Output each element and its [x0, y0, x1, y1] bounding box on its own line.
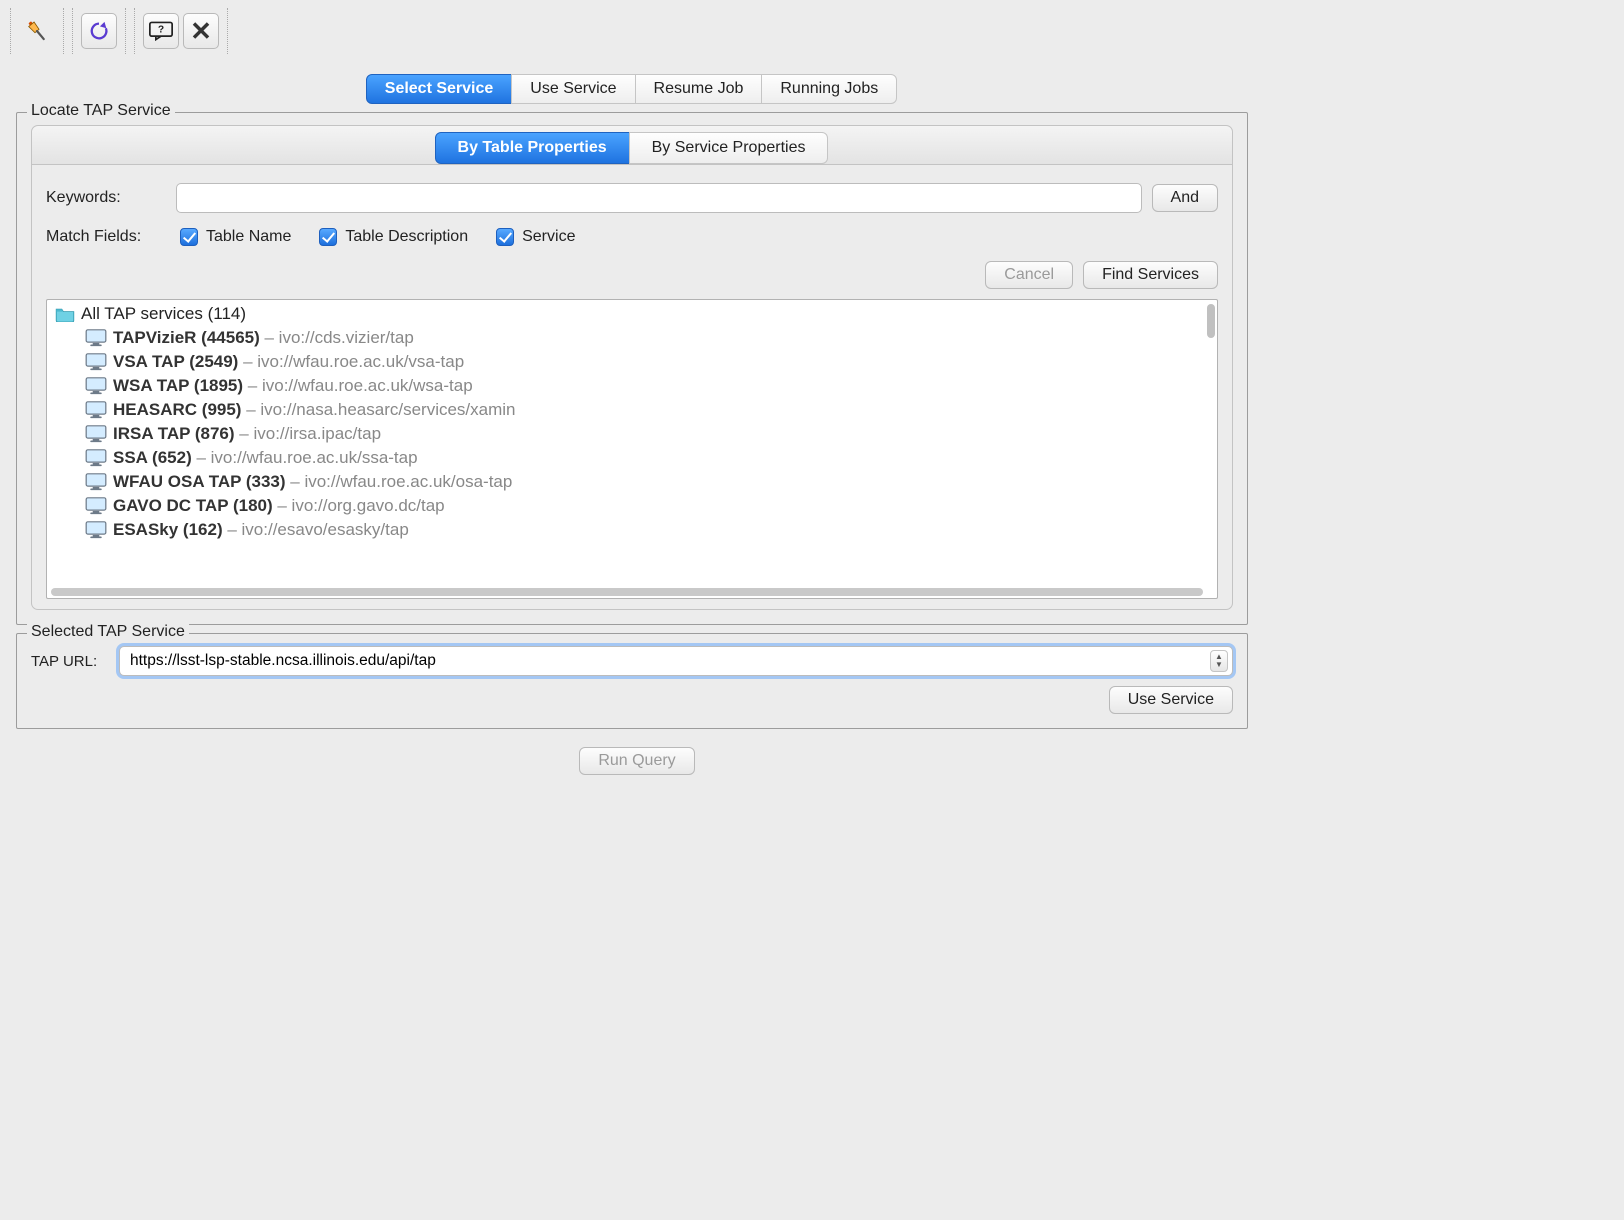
service-name: VSA TAP (2549) — [113, 352, 238, 372]
service-ivo: – ivo://org.gavo.dc/tap — [273, 496, 445, 516]
service-item[interactable]: WFAU OSA TAP (333) – ivo://wfau.roe.ac.u… — [47, 470, 1217, 494]
service-ivo: – ivo://wfau.roe.ac.uk/ssa-tap — [192, 448, 418, 468]
use-service-button[interactable]: Use Service — [1109, 686, 1233, 714]
tap-url-label: TAP URL: — [31, 653, 119, 670]
find-services-button[interactable]: Find Services — [1083, 261, 1218, 289]
folder-icon — [55, 306, 75, 322]
combo-stepper-icon[interactable]: ▲▼ — [1210, 650, 1228, 672]
help-button[interactable]: ? — [143, 13, 179, 49]
tab-resume-job[interactable]: Resume Job — [635, 74, 763, 104]
service-ivo: – ivo://wfau.roe.ac.uk/vsa-tap — [238, 352, 464, 372]
hscrollbar-thumb[interactable] — [51, 588, 1203, 596]
service-name: SSA (652) — [113, 448, 192, 468]
keywords-label: Keywords: — [46, 189, 176, 207]
service-name: IRSA TAP (876) — [113, 424, 235, 444]
toolbar: ? ✕ — [10, 8, 1254, 54]
close-button[interactable]: ✕ — [183, 13, 219, 49]
cancel-button[interactable]: Cancel — [985, 261, 1073, 289]
monitor-icon — [85, 401, 107, 419]
service-name: ESASky (162) — [113, 520, 223, 540]
monitor-icon — [85, 377, 107, 395]
service-item[interactable]: IRSA TAP (876) – ivo://irsa.ipac/tap — [47, 422, 1217, 446]
service-item[interactable]: SSA (652) – ivo://wfau.roe.ac.uk/ssa-tap — [47, 446, 1217, 470]
service-item[interactable]: WSA TAP (1895) – ivo://wfau.roe.ac.uk/ws… — [47, 374, 1217, 398]
tab-select-service[interactable]: Select Service — [366, 74, 513, 104]
tab-use-service[interactable]: Use Service — [511, 74, 635, 104]
service-item[interactable]: VSA TAP (2549) – ivo://wfau.roe.ac.uk/vs… — [47, 350, 1217, 374]
subtab-service-properties[interactable]: By Service Properties — [629, 132, 829, 164]
tap-url-input[interactable] — [128, 651, 1210, 671]
tab-running-jobs[interactable]: Running Jobs — [761, 74, 897, 104]
monitor-icon — [85, 497, 107, 515]
monitor-icon — [85, 353, 107, 371]
monitor-icon — [85, 473, 107, 491]
service-ivo: – ivo://irsa.ipac/tap — [235, 424, 381, 444]
sub-tabs: By Table Properties By Service Propertie… — [436, 132, 829, 164]
service-name: HEASARC (995) — [113, 400, 241, 420]
monitor-icon — [85, 329, 107, 347]
and-button[interactable]: And — [1152, 184, 1218, 212]
locate-legend: Locate TAP Service — [27, 102, 175, 120]
check-table-description[interactable]: Table Description — [315, 225, 468, 249]
service-ivo: – ivo://cds.vizier/tap — [260, 328, 414, 348]
service-ivo: – ivo://nasa.heasarc/services/xamin — [241, 400, 515, 420]
service-item[interactable]: ESASky (162) – ivo://esavo/esasky/tap — [47, 518, 1217, 542]
service-ivo: – ivo://wfau.roe.ac.uk/wsa-tap — [243, 376, 473, 396]
selected-legend: Selected TAP Service — [27, 623, 189, 641]
locate-fieldset: Locate TAP Service By Table Properties B… — [16, 112, 1248, 625]
tree-root[interactable]: All TAP services (114) — [47, 302, 1217, 326]
service-name: TAPVizieR (44565) — [113, 328, 260, 348]
check-service[interactable]: Service — [492, 225, 575, 249]
services-tree[interactable]: All TAP services (114) TAPVizieR (44565)… — [46, 299, 1218, 599]
service-name: WFAU OSA TAP (333) — [113, 472, 286, 492]
vscrollbar-thumb[interactable] — [1207, 304, 1215, 338]
service-name: GAVO DC TAP (180) — [113, 496, 273, 516]
keywords-input[interactable] — [176, 183, 1142, 213]
service-item[interactable]: HEASARC (995) – ivo://nasa.heasarc/servi… — [47, 398, 1217, 422]
service-ivo: – ivo://wfau.roe.ac.uk/osa-tap — [286, 472, 513, 492]
tap-url-combo[interactable]: ▲▼ — [119, 646, 1233, 676]
run-query-button[interactable]: Run Query — [579, 747, 694, 775]
monitor-icon — [85, 521, 107, 539]
service-item[interactable]: GAVO DC TAP (180) – ivo://org.gavo.dc/ta… — [47, 494, 1217, 518]
svg-text:?: ? — [158, 25, 164, 36]
monitor-icon — [85, 425, 107, 443]
pin-icon[interactable] — [19, 13, 55, 49]
check-table-name[interactable]: Table Name — [176, 225, 291, 249]
service-name: WSA TAP (1895) — [113, 376, 243, 396]
service-ivo: – ivo://esavo/esasky/tap — [223, 520, 409, 540]
match-fields-label: Match Fields: — [46, 228, 176, 246]
selected-fieldset: Selected TAP Service TAP URL: ▲▼ Use Ser… — [16, 633, 1248, 729]
service-item[interactable]: TAPVizieR (44565) – ivo://cds.vizier/tap — [47, 326, 1217, 350]
reload-button[interactable] — [81, 13, 117, 49]
monitor-icon — [85, 449, 107, 467]
subtab-table-properties[interactable]: By Table Properties — [435, 132, 630, 164]
main-tabs: Select Service Use Service Resume Job Ru… — [10, 74, 1254, 104]
